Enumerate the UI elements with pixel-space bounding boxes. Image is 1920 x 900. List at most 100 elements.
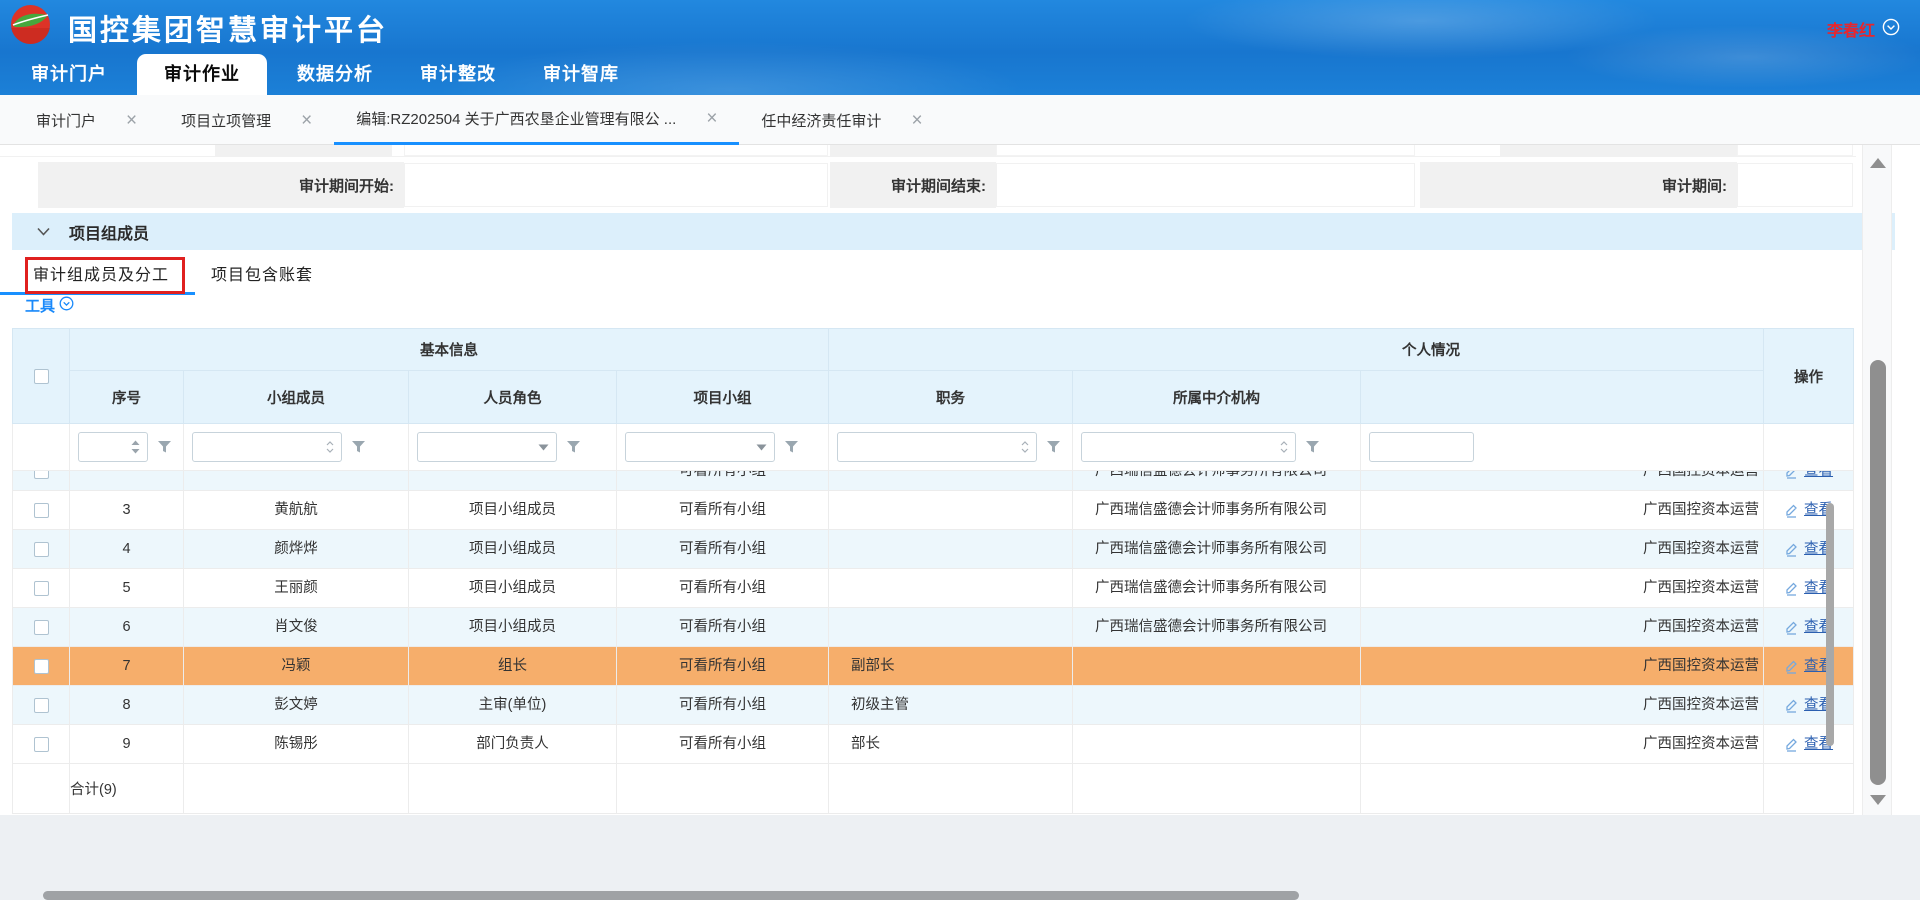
cell-seq: 5 [70, 569, 184, 608]
column-header-extra [1361, 371, 1764, 424]
summary-row: 合计(9) [13, 764, 1854, 814]
tab-label: 编辑:RZ202504 关于广西农垦企业管理有限公 ... [356, 108, 676, 129]
audit-period-field[interactable] [1737, 163, 1853, 207]
cell-agency: 广西瑞信盛德会计师事务所有限公司 [1073, 608, 1361, 647]
filter-funnel-icon[interactable] [1305, 440, 1320, 454]
edit-pencil-icon [1784, 542, 1799, 557]
cell-seq: 4 [70, 530, 184, 569]
cell-duty: 副部长 [829, 647, 1073, 686]
row-checkbox[interactable] [34, 659, 49, 674]
tab-label: 任中经济责任审计 [761, 110, 881, 131]
cell-company: 广西国控资本运营 [1361, 686, 1764, 725]
horizontal-scrollbar-thumb[interactable] [43, 891, 1299, 900]
tab-audit-group-members[interactable]: 审计组成员及分工 [12, 250, 190, 295]
audit-period-end-label: 审计期间结束: [830, 162, 996, 208]
row-checkbox[interactable] [34, 581, 49, 596]
scroll-up-arrow-icon[interactable] [1870, 158, 1886, 168]
document-tabbar: 审计门户×项目立项管理×编辑:RZ202504 关于广西农垦企业管理有限公 ..… [0, 95, 1920, 145]
role-filter-select[interactable] [417, 432, 557, 462]
table-row[interactable]: 8 彭文婷 主审(单位) 可看所有小组 初级主管 广西国控资本运营 查看 [13, 686, 1854, 725]
extra-filter-input[interactable] [1369, 432, 1474, 462]
filter-funnel-icon[interactable] [784, 440, 799, 454]
filter-funnel-icon[interactable] [1046, 440, 1061, 454]
document-tab[interactable]: 审计门户× [14, 95, 159, 145]
cell-group: 可看所有小组 [617, 530, 829, 569]
column-header-role: 人员角色 [409, 371, 617, 424]
tab-close-icon[interactable]: × [301, 111, 312, 130]
table-row[interactable]: 9 陈锡彤 部门负责人 可看所有小组 部长 广西国控资本运营 查看 [13, 725, 1854, 764]
scroll-down-arrow-icon[interactable] [1870, 795, 1886, 805]
table-row[interactable]: 6 肖文俊 项目小组成员 可看所有小组 广西瑞信盛德会计师事务所有限公司 广西国… [13, 608, 1854, 647]
column-header-action: 操作 [1764, 329, 1854, 424]
filter-funnel-icon[interactable] [566, 440, 581, 454]
nav-item-审计作业[interactable]: 审计作业 [137, 54, 267, 95]
column-header-member: 小组成员 [184, 371, 409, 424]
agency-filter-input[interactable] [1081, 432, 1296, 462]
cell-group: 可看所有小组 [617, 686, 829, 725]
row-checkbox[interactable] [34, 620, 49, 635]
cell-agency [1073, 647, 1361, 686]
tab-project-account-sets[interactable]: 项目包含账套 [190, 250, 334, 295]
members-table: 基本信息 个人情况 操作 序号 小组成员 人员角色 项目小组 职务 所属中介机构 [12, 328, 1853, 814]
cell-duty [829, 471, 1073, 491]
cell-company: 广西国控资本运营 [1361, 608, 1764, 647]
cell-role: 部门负责人 [409, 725, 617, 764]
document-tab[interactable]: 项目立项管理× [159, 95, 334, 145]
cell-agency [1073, 686, 1361, 725]
cell-group: 可看所有小组 [617, 569, 829, 608]
document-tab[interactable]: 编辑:RZ202504 关于广西农垦企业管理有限公 ... × [334, 95, 739, 145]
cell-duty [829, 530, 1073, 569]
nav-item-审计门户[interactable]: 审计门户 [14, 54, 124, 95]
app-header: 国控集团智慧审计平台 李春红 审计门户审计作业数据分析审计整改审计智库 [0, 0, 1920, 95]
group-header-basic: 基本信息 [70, 329, 829, 371]
view-link[interactable]: 查看 [1784, 471, 1833, 490]
seq-filter-input[interactable] [78, 432, 148, 462]
select-all-checkbox[interactable] [34, 369, 49, 384]
cell-member: 陈锡彤 [184, 725, 409, 764]
edit-pencil-icon [1784, 659, 1799, 674]
cell-action: 查看 [1764, 608, 1854, 647]
cell-duty: 部长 [829, 725, 1073, 764]
tools-label: 工具 [25, 295, 55, 316]
table-vertical-scrollbar-thumb[interactable] [1826, 503, 1834, 746]
tab-close-icon[interactable]: × [126, 111, 137, 130]
filter-funnel-icon[interactable] [157, 440, 172, 454]
group-filter-select[interactable] [625, 432, 775, 462]
chevron-down-icon [37, 223, 50, 241]
cell-duty [829, 491, 1073, 530]
cell-company: 广西国控资本运营 [1361, 647, 1764, 686]
chevron-down-circle-icon[interactable] [1882, 18, 1900, 41]
project-members-section-bar[interactable]: 项目组成员 [12, 213, 1895, 250]
table-row[interactable]: 7 冯颖 组长 可看所有小组 副部长 广西国控资本运营 查看 [13, 647, 1854, 686]
document-tab[interactable]: 任中经济责任审计 × [739, 95, 944, 145]
duty-filter-input[interactable] [837, 432, 1037, 462]
table-row[interactable]: 可看所有小组 广西瑞信盛德会计师事务所有限公司 广西国控资本运营 查看 [13, 471, 1854, 491]
audit-period-start-field[interactable] [404, 163, 828, 207]
tab-close-icon[interactable]: × [706, 109, 717, 128]
cell-member: 王丽颜 [184, 569, 409, 608]
cell-agency: 广西瑞信盛德会计师事务所有限公司 [1073, 530, 1361, 569]
table-row[interactable]: 3 黄航航 项目小组成员 可看所有小组 广西瑞信盛德会计师事务所有限公司 广西国… [13, 491, 1854, 530]
audit-period-end-field[interactable] [996, 163, 1415, 207]
nav-item-审计智库[interactable]: 审计智库 [526, 54, 636, 95]
row-checkbox[interactable] [34, 503, 49, 518]
row-checkbox[interactable] [34, 737, 49, 752]
tab-close-icon[interactable]: × [911, 111, 922, 130]
row-checkbox[interactable] [34, 471, 49, 479]
table-row[interactable]: 5 王丽颜 项目小组成员 可看所有小组 广西瑞信盛德会计师事务所有限公司 广西国… [13, 569, 1854, 608]
nav-item-审计整改[interactable]: 审计整改 [403, 54, 513, 95]
tools-menu[interactable]: 工具 [25, 295, 74, 316]
cell-seq [70, 471, 184, 491]
page-scrollbar[interactable] [1862, 145, 1892, 815]
user-menu[interactable]: 李春红 [1827, 17, 1900, 41]
row-checkbox[interactable] [34, 698, 49, 713]
row-checkbox[interactable] [34, 542, 49, 557]
nav-item-数据分析[interactable]: 数据分析 [280, 54, 390, 95]
member-filter-input[interactable] [192, 432, 342, 462]
page-scrollbar-thumb[interactable] [1870, 360, 1886, 785]
cell-group: 可看所有小组 [617, 608, 829, 647]
filter-funnel-icon[interactable] [351, 440, 366, 454]
cell-action: 查看 [1764, 569, 1854, 608]
cell-action: 查看 [1764, 491, 1854, 530]
table-row[interactable]: 4 颜烨烨 项目小组成员 可看所有小组 广西瑞信盛德会计师事务所有限公司 广西国… [13, 530, 1854, 569]
